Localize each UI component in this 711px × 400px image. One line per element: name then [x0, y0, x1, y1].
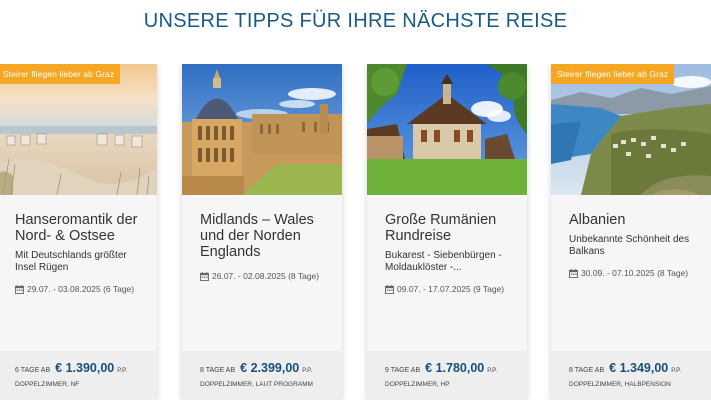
per-person-label: P.P.	[487, 368, 498, 374]
tour-image-albania[interactable]: Steirer fliegen lieber ab Graz	[551, 64, 711, 195]
card-body: Midlands – Wales und der Norden Englands…	[182, 195, 342, 351]
card-footer: 8 TAGE AB € 1.349,00 P.P. DOPPELZIMMER, …	[551, 351, 711, 400]
price-row: 8 TAGE AB € 1.349,00 P.P.	[569, 361, 701, 375]
price-row: 8 TAGE AB € 2.399,00 P.P.	[200, 361, 332, 375]
price-row: 6 TAGE AB € 1.390,00 P.P.	[15, 361, 147, 375]
calendar-icon	[200, 271, 209, 281]
per-person-label: P.P.	[117, 368, 128, 374]
tour-card[interactable]: Steirer fliegen lieber ab Graz Albanien …	[551, 64, 711, 400]
tour-dates: 26.07. - 02.08.2025 (8 Tage)	[200, 271, 332, 281]
calendar-icon	[569, 268, 578, 278]
tour-subtitle: Unbekannte Schönheit des Balkans	[569, 234, 690, 257]
per-person-label: P.P.	[671, 368, 682, 374]
tour-title[interactable]: Albanien	[569, 212, 701, 228]
card-footer: 8 TAGE AB € 2.399,00 P.P. DOPPELZIMMER, …	[182, 351, 342, 400]
room-info: DOPPELZIMMER, NF	[15, 381, 80, 388]
room-info: DOPPELZIMMER, LAUT PROGRAMM	[200, 381, 313, 388]
price-row: 9 TAGE AB € 1.780,00 P.P.	[385, 361, 517, 375]
tour-dates-text: 29.07. - 03.08.2025 (6 Tage)	[27, 284, 135, 294]
tour-title[interactable]: Midlands – Wales und der Norden Englands	[200, 212, 332, 260]
tour-dates: 09.07. - 17.07.2025 (9 Tage)	[385, 284, 517, 294]
section-title: UNSERE TIPPS FÜR IHRE NÄCHSTE REISE	[143, 10, 568, 32]
tour-dates: 29.07. - 03.08.2025 (6 Tage)	[15, 284, 147, 294]
per-person-label: P.P.	[302, 368, 313, 374]
tour-card[interactable]: Midlands – Wales und der Norden Englands…	[182, 64, 342, 400]
price: € 1.390,00	[55, 361, 115, 375]
tour-title[interactable]: Hanseromantik der Nord- & Ostsee	[15, 212, 147, 244]
price: € 1.780,00	[425, 361, 485, 375]
tour-title[interactable]: Große Rumänien Rundreise	[385, 212, 517, 244]
card-footer: 9 TAGE AB € 1.780,00 P.P. DOPPELZIMMER, …	[367, 351, 527, 400]
promo-ribbon: Steirer fliegen lieber ab Graz	[0, 64, 121, 84]
days-label: 6 TAGE AB	[15, 367, 51, 374]
tour-subtitle: Bukarest - Siebenbürgen - Moldauklöster …	[385, 250, 502, 273]
room-info: DOPPELZIMMER, HP	[385, 381, 450, 388]
tour-card[interactable]: Große Rumänien Rundreise Bukarest - Sieb…	[367, 64, 527, 400]
room-info: DOPPELZIMMER, HALBPENSION	[569, 381, 671, 388]
price: € 1.349,00	[609, 361, 669, 375]
tour-image-monastery[interactable]	[367, 64, 527, 195]
tour-cards-carousel: Steirer fliegen lieber ab Graz Hanseroma…	[0, 64, 711, 400]
tour-image-oxford[interactable]	[182, 64, 342, 195]
tour-image-beach[interactable]: Steirer fliegen lieber ab Graz	[0, 64, 157, 195]
days-label: 8 TAGE AB	[200, 367, 236, 374]
days-label: 9 TAGE AB	[385, 367, 421, 374]
tour-subtitle: Mit Deutschlands größter Insel Rügen	[15, 250, 127, 273]
price: € 2.399,00	[240, 361, 300, 375]
card-body: Große Rumänien Rundreise Bukarest - Sieb…	[367, 195, 527, 351]
tour-dates-text: 30.09. - 07.10.2025 (8 Tage)	[581, 268, 689, 278]
calendar-icon	[385, 284, 394, 294]
calendar-icon	[15, 284, 24, 294]
days-label: 8 TAGE AB	[569, 367, 605, 374]
card-footer: 6 TAGE AB € 1.390,00 P.P. DOPPELZIMMER, …	[0, 351, 157, 400]
tour-dates-text: 26.07. - 02.08.2025 (8 Tage)	[212, 271, 320, 281]
tour-dates: 30.09. - 07.10.2025 (8 Tage)	[569, 268, 701, 278]
tour-dates-text: 09.07. - 17.07.2025 (9 Tage)	[397, 284, 505, 294]
tour-card[interactable]: Steirer fliegen lieber ab Graz Hanseroma…	[0, 64, 157, 400]
promo-ribbon: Steirer fliegen lieber ab Graz	[551, 64, 675, 84]
card-body: Albanien Unbekannte Schönheit des Balkan…	[551, 195, 711, 351]
card-body: Hanseromantik der Nord- & Ostsee Mit Deu…	[0, 195, 157, 351]
